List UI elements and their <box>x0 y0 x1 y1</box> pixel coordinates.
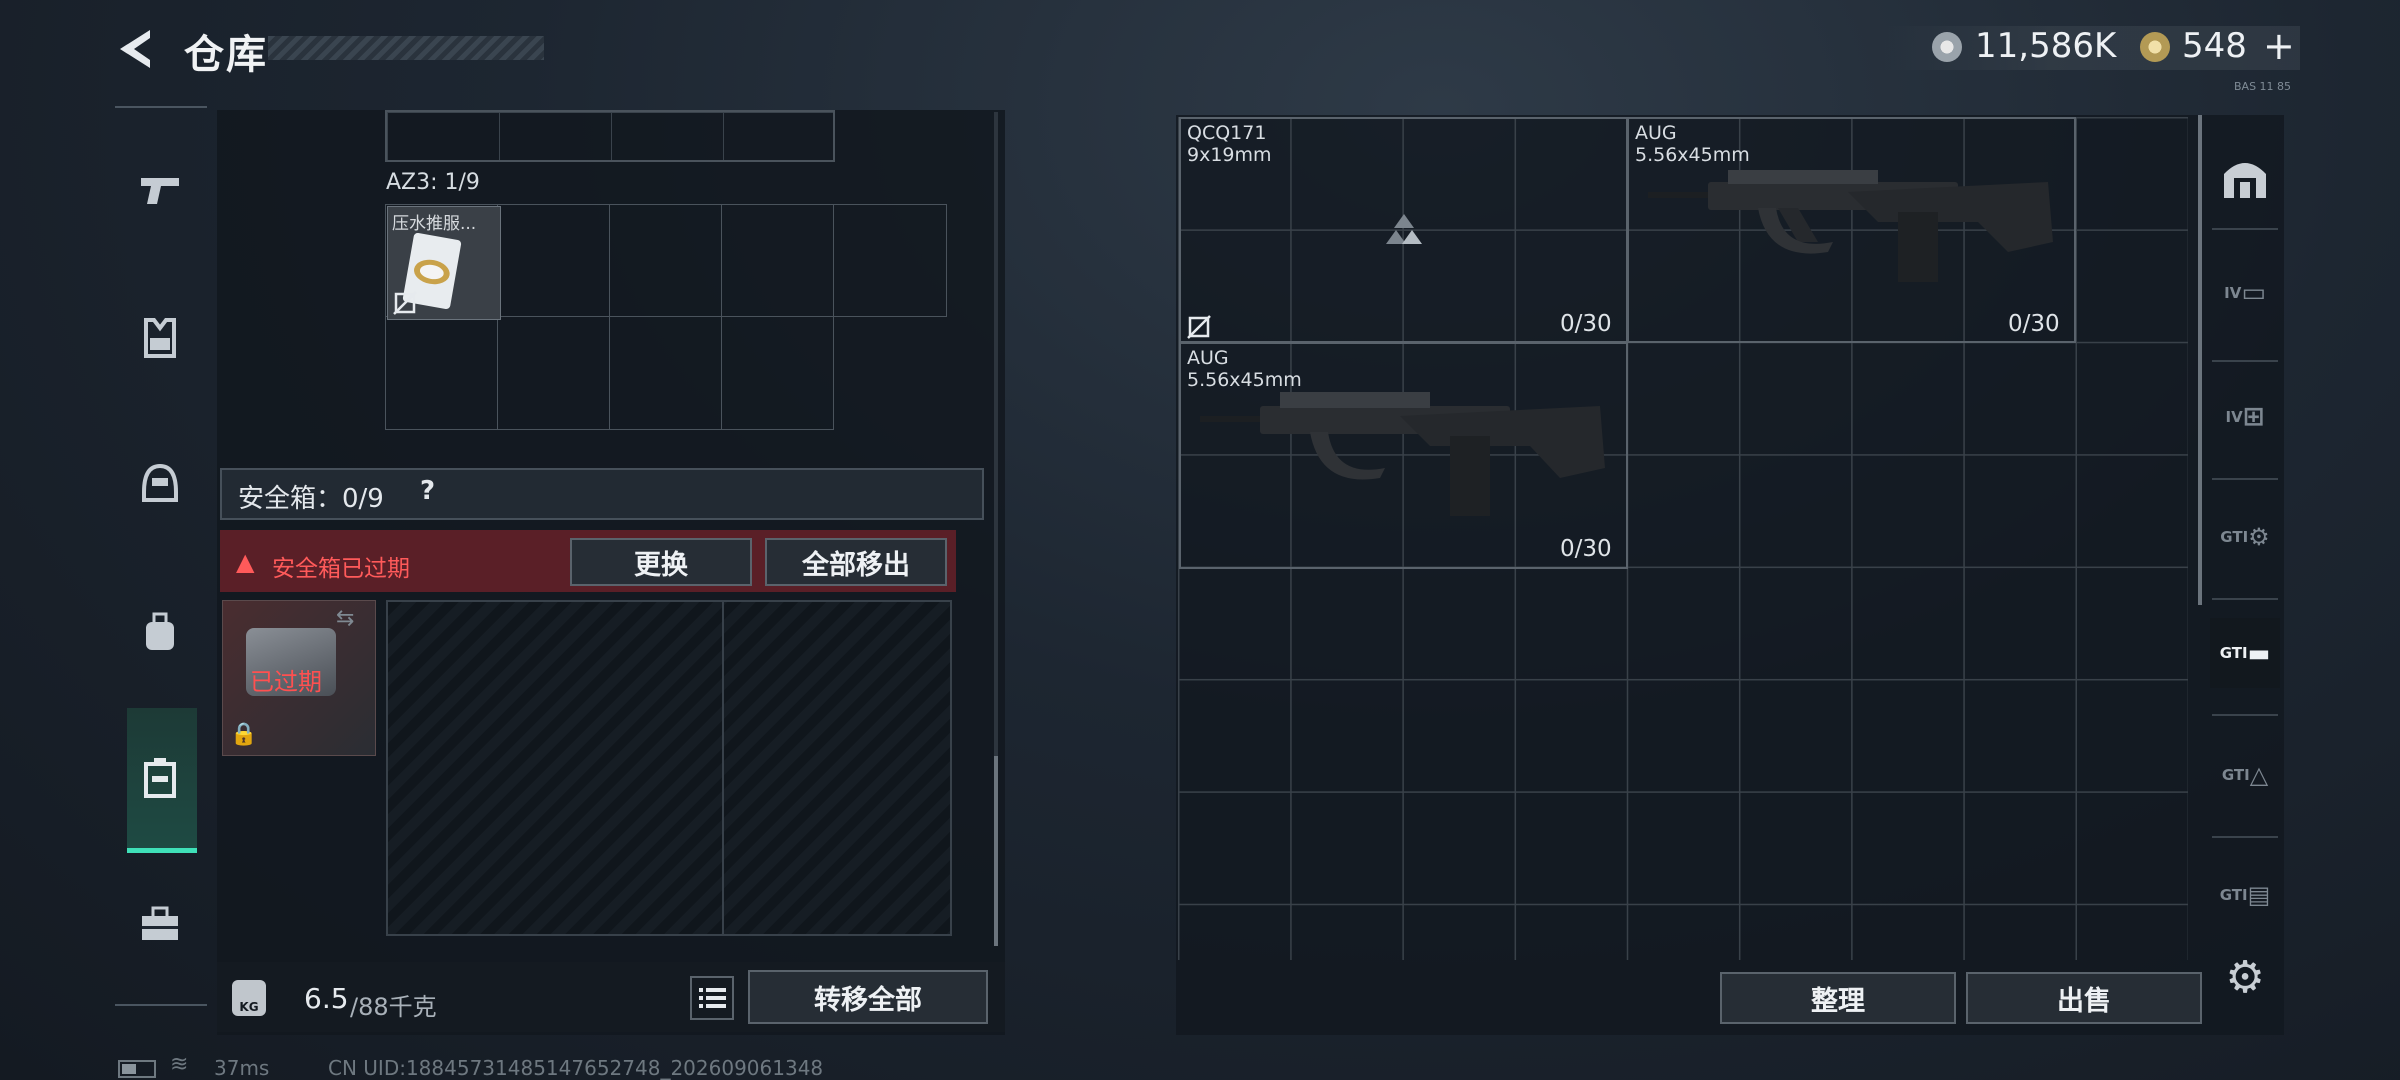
expired-overlay-label: 已过期 <box>250 668 322 696</box>
weight-current: 6.5 <box>304 982 349 1015</box>
title-decoration <box>268 36 544 60</box>
aug-rifle-icon <box>1648 170 2053 282</box>
backpack-icon[interactable] <box>132 604 188 660</box>
help-button[interactable]: ? <box>420 476 435 506</box>
pistol-icon[interactable] <box>132 162 188 218</box>
storage-tab-label: IV <box>2225 408 2243 426</box>
swap-icon[interactable]: ⇆ <box>336 606 354 631</box>
storage-tab-label: GTI <box>2220 528 2249 546</box>
sidebar-divider <box>2212 714 2278 716</box>
storage-tab-gti[interactable]: GTI ⚙ <box>2210 502 2280 572</box>
back-arrow-icon[interactable] <box>112 24 162 74</box>
armory-icon[interactable] <box>2210 142 2280 212</box>
weapon-ammo: 0/30 <box>1560 536 1612 562</box>
gold-currency-amount: 548 <box>2182 26 2247 66</box>
storage-tab-gti-alt[interactable]: GTI △ <box>2210 740 2280 810</box>
storage-tab-label: GTI <box>2219 886 2248 904</box>
storage-tab-label: GTI <box>2219 644 2248 662</box>
gold-coin-icon <box>2140 32 2170 62</box>
add-currency-button[interactable]: + <box>2263 24 2295 68</box>
version-label: BAS 11 85 <box>2234 80 2292 93</box>
weapon-name: AUG <box>1635 122 1677 144</box>
storage-tab-label: GTI <box>2221 766 2250 784</box>
safe-box-capacity: 安全箱：0/9 <box>238 484 384 514</box>
scrollbar-thumb[interactable] <box>994 756 998 946</box>
sidebar-divider <box>2212 228 2278 230</box>
no-sell-icon <box>393 291 417 315</box>
safe-box-grid[interactable] <box>386 600 952 936</box>
weapon-name: AUG <box>1187 347 1229 369</box>
page-title: 仓库 <box>184 32 268 78</box>
weapon-name: QCQ171 <box>1187 122 1267 144</box>
weapon-ammo: 0/30 <box>1560 311 1612 337</box>
silver-coin-icon <box>1932 32 1962 62</box>
sidebar-divider <box>2212 360 2278 362</box>
ping-value: 37ms <box>214 1056 270 1080</box>
safe-box-icon[interactable] <box>132 750 188 806</box>
battery-level <box>122 1064 136 1074</box>
toolbox-icon[interactable] <box>132 896 188 952</box>
weight-icon: KG <box>232 980 266 1016</box>
weapon-caliber: 9x19mm <box>1187 144 1272 166</box>
aug-rifle-icon <box>1200 392 1605 516</box>
sidebar-divider <box>2212 836 2278 838</box>
warning-icon: ▲ <box>236 548 255 576</box>
weight-max: /88千克 <box>350 993 437 1021</box>
weapon-ammo: 0/30 <box>2008 311 2060 337</box>
sidebar-divider <box>2212 478 2278 480</box>
vest-icon[interactable] <box>132 310 188 366</box>
silver-currency-amount: 11,586K <box>1975 26 2117 66</box>
list-view-icon[interactable] <box>690 976 734 1020</box>
storage-tab-label: IV <box>2224 284 2242 302</box>
grid-divider <box>722 600 724 936</box>
storage-scrollbar[interactable] <box>2198 115 2202 605</box>
storage-tab-gti-active[interactable]: GTI ▬ <box>2210 618 2280 688</box>
no-sell-icon <box>1187 315 1211 339</box>
sort-button[interactable]: 整理 <box>1720 972 1956 1024</box>
sidebar-divider <box>2212 598 2278 600</box>
helmet-icon[interactable] <box>132 456 188 512</box>
transfer-all-button[interactable]: 转移全部 <box>748 970 988 1024</box>
storage-tab-iv-plus[interactable]: IV ⊞ <box>2210 382 2280 452</box>
wifi-icon: ≋ <box>170 1052 189 1077</box>
lock-icon: 🔒 <box>230 722 258 747</box>
move-all-out-button[interactable]: 全部移出 <box>765 538 947 586</box>
expired-warning-text: 安全箱已过期 <box>272 556 410 582</box>
tier-marker-icon <box>1386 214 1422 244</box>
sell-button[interactable]: 出售 <box>1966 972 2202 1024</box>
item-label: 压水推服... <box>392 214 477 234</box>
nav-divider <box>115 1004 207 1006</box>
settings-gear-icon[interactable]: ⚙ <box>2218 950 2272 1004</box>
nav-divider <box>115 106 207 108</box>
storage-tab-gti-extra[interactable]: GTI ▤ <box>2210 860 2280 930</box>
storage-tab-iv[interactable]: IV ▭ <box>2210 258 2280 328</box>
container-grid[interactable] <box>385 110 835 162</box>
replace-button[interactable]: 更换 <box>570 538 752 586</box>
user-uid: CN UID:18845731485147652748_202609061348 <box>328 1056 824 1080</box>
az3-capacity-label: AZ3: 1/9 <box>386 170 480 195</box>
